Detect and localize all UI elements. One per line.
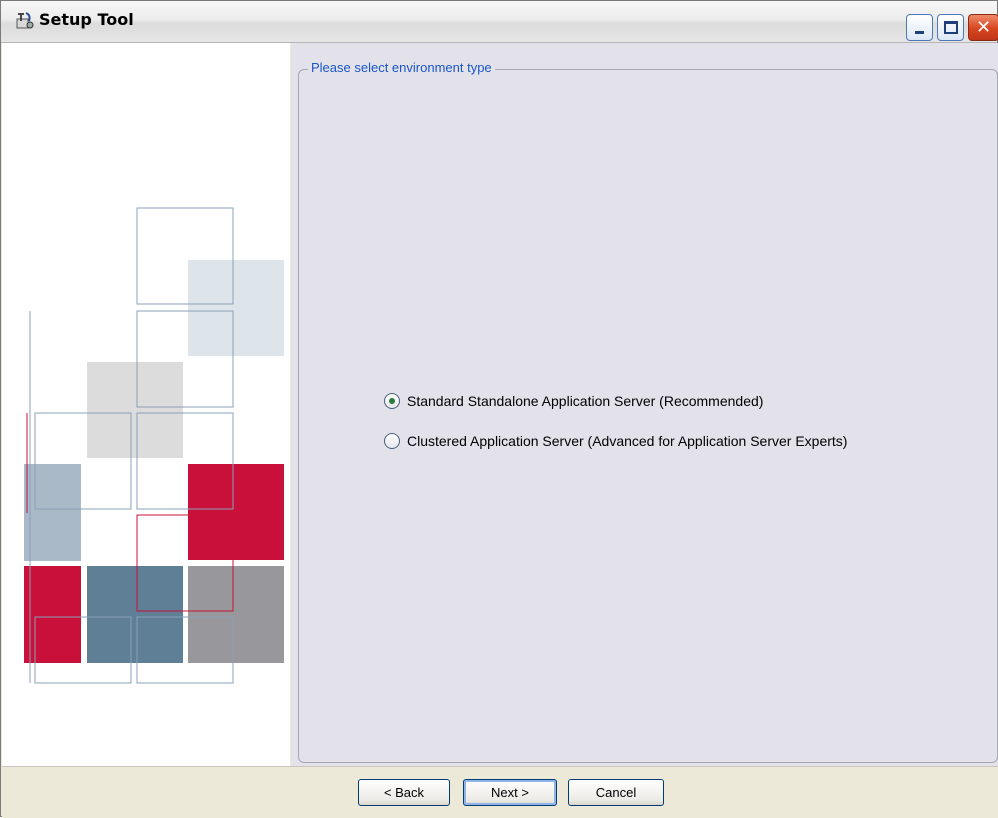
- content-panel: Please select environment type Standard …: [291, 43, 998, 766]
- option-label[interactable]: Clustered Application Server (Advanced f…: [407, 433, 847, 449]
- minimize-icon: [915, 31, 924, 34]
- close-icon: ✕: [976, 17, 992, 38]
- option-standalone-server[interactable]: Standard Standalone Application Server (…: [384, 393, 763, 409]
- environment-type-group: [298, 69, 998, 763]
- radio-unselected-icon[interactable]: [384, 433, 400, 449]
- minimize-button[interactable]: [906, 14, 933, 41]
- setup-tool-window: Setup Tool ✕ Please select environment t…: [0, 0, 998, 818]
- option-clustered-server[interactable]: Clustered Application Server (Advanced f…: [384, 433, 847, 449]
- button-bar: < Back Next > Cancel: [2, 766, 998, 818]
- cancel-button[interactable]: Cancel: [568, 779, 664, 806]
- decorative-squares-graphic: [24, 207, 284, 684]
- maximize-button[interactable]: [937, 14, 964, 41]
- next-button[interactable]: Next >: [463, 779, 557, 806]
- maximize-icon: [944, 21, 958, 34]
- back-button[interactable]: < Back: [358, 779, 450, 806]
- radio-selected-icon[interactable]: [384, 393, 400, 409]
- option-label[interactable]: Standard Standalone Application Server (…: [407, 393, 763, 409]
- title-bar[interactable]: Setup Tool ✕: [1, 1, 998, 43]
- window-title: Setup Tool: [39, 10, 134, 29]
- side-graphic-panel: [2, 43, 290, 766]
- setup-app-icon: [16, 12, 34, 29]
- group-legend: Please select environment type: [308, 60, 495, 75]
- close-button[interactable]: ✕: [968, 14, 998, 41]
